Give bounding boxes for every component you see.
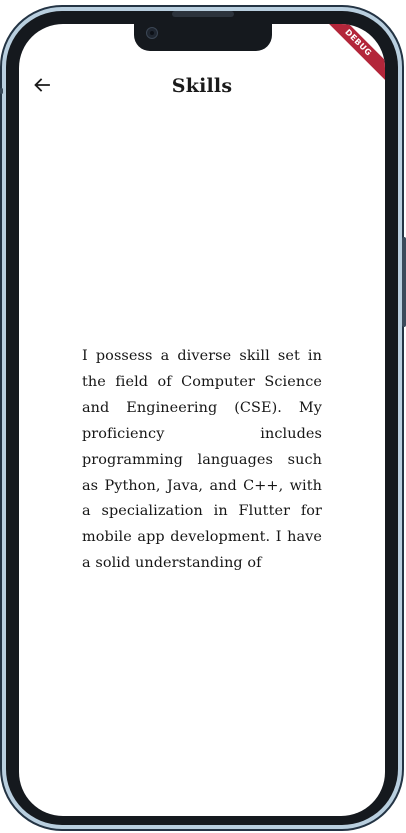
volume-button xyxy=(0,88,3,94)
skills-description: I possess a diverse skill set in the fie… xyxy=(82,348,322,572)
front-camera-icon xyxy=(146,27,158,39)
app-bar: Skills xyxy=(19,64,385,112)
page-title: Skills xyxy=(171,75,233,97)
speaker-grill xyxy=(172,11,234,17)
power-button xyxy=(402,237,406,327)
app-screen: DEBUG Skills I possess a diverse skill s… xyxy=(19,24,385,816)
